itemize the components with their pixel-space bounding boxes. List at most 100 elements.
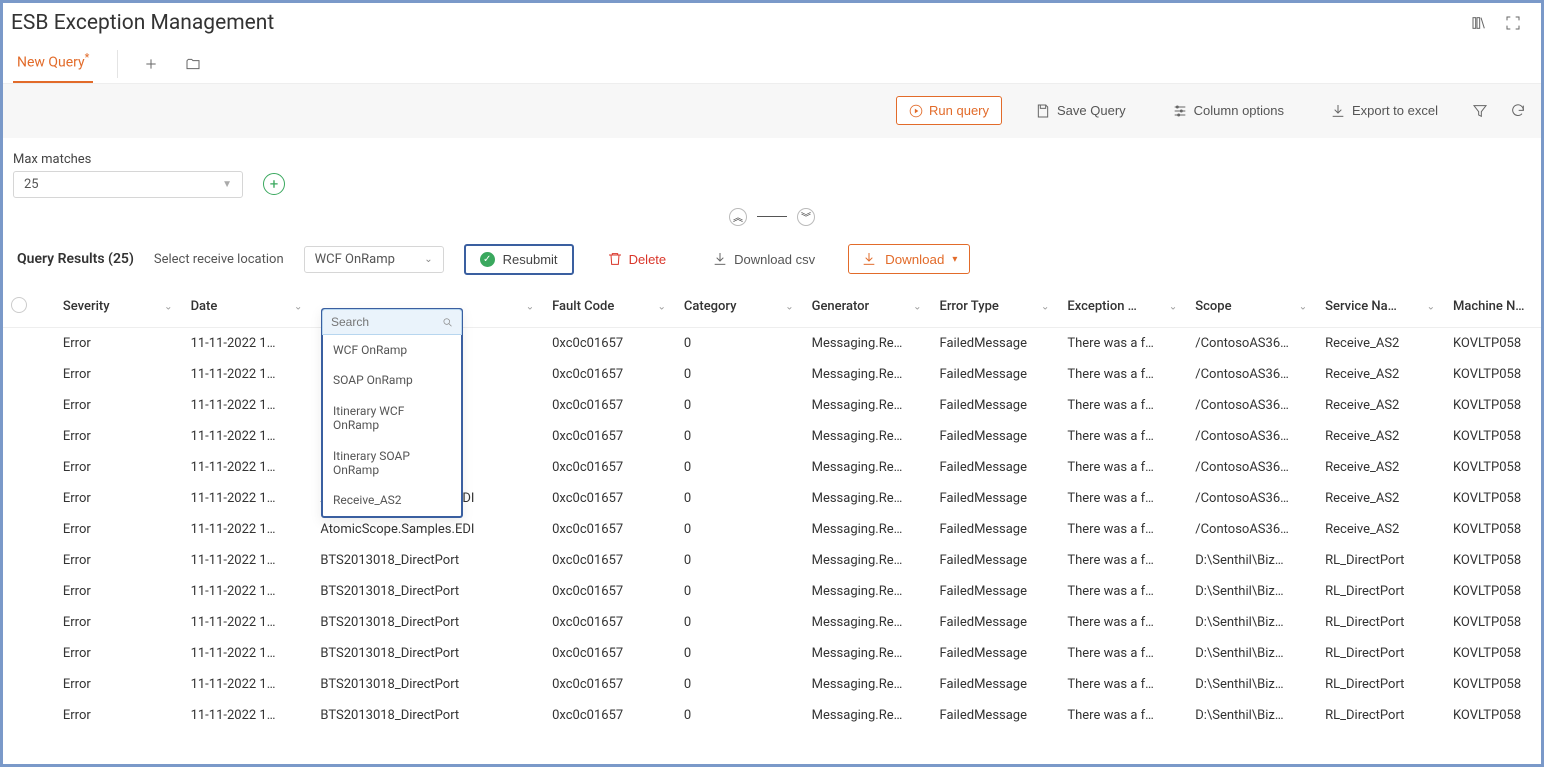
cell-scope: D:\Senthil\Biz… (1187, 576, 1317, 607)
run-query-button[interactable]: Run query (896, 96, 1002, 125)
dropdown-item[interactable]: Receive_AS2 (323, 485, 461, 515)
table-row[interactable]: Error11-11-2022 1…BTS2013018_DirectPort0… (3, 700, 1541, 731)
table-row[interactable]: Error11-11-2022 1…AtomicScope.Samples.ED… (3, 514, 1541, 545)
cell-errtype: FailedMessage (931, 545, 1059, 576)
cell-generator: Messaging.Re… (804, 545, 932, 576)
cell-machine: KOVLTP058 (1445, 607, 1541, 638)
cell-date: 11-11-2022 1… (183, 421, 313, 452)
dropdown-item[interactable]: SOAP OnRamp (323, 365, 461, 395)
receive-location-select[interactable]: WCF OnRamp ⌄ (304, 246, 444, 273)
cell-category: 0 (676, 669, 804, 700)
select-all-checkbox[interactable] (11, 297, 27, 313)
cell-fault: 0xc0c01657 (544, 669, 676, 700)
table-row[interactable]: Error11-11-2022 1…s.EDI0xc0c016570Messag… (3, 327, 1541, 359)
open-folder-icon[interactable] (184, 55, 202, 73)
cell-errtype: FailedMessage (931, 390, 1059, 421)
results-count: 25 (113, 251, 129, 267)
cell-errtype: FailedMessage (931, 327, 1059, 359)
cell-service: Receive_AS2 (1317, 452, 1445, 483)
select-receive-location-label: Select receive location (154, 252, 284, 267)
dropdown-search[interactable] (322, 309, 462, 335)
col-generator[interactable]: Generator⌄ (804, 287, 932, 328)
cell-generator: Messaging.Re… (804, 421, 932, 452)
fullscreen-icon[interactable] (1503, 13, 1523, 33)
refresh-icon[interactable] (1509, 102, 1527, 120)
add-tab-icon[interactable] (142, 55, 160, 73)
cell-service: RL_DirectPort (1317, 700, 1445, 731)
table-row[interactable]: Error11-11-2022 1…BTS2013018_DirectPort0… (3, 545, 1541, 576)
delete-button[interactable]: Delete (594, 244, 680, 274)
chevron-down-icon: ⌄ (164, 301, 172, 312)
col-exception[interactable]: Exception …⌄ (1059, 287, 1187, 328)
col-fault[interactable]: Fault Code⌄ (544, 287, 676, 328)
cell-category: 0 (676, 483, 804, 514)
table-row[interactable]: Error11-11-2022 1…s.EDI0xc0c016570Messag… (3, 359, 1541, 390)
cell-exception: There was a f… (1059, 700, 1187, 731)
filter-area: Max matches 25 ▼ + (3, 138, 1541, 202)
table-row[interactable]: Error11-11-2022 1…BTS2013018_DirectPort0… (3, 576, 1541, 607)
download-csv-button[interactable]: Download csv (699, 244, 828, 274)
max-matches-select[interactable]: 25 ▼ (13, 171, 243, 198)
add-filter-button[interactable]: + (263, 173, 285, 195)
cell-category: 0 (676, 700, 804, 731)
col-date[interactable]: Date⌄ (183, 287, 313, 328)
col-scope[interactable]: Scope⌄ (1187, 287, 1317, 328)
save-query-button[interactable]: Save Query (1022, 96, 1139, 126)
dropdown-item[interactable]: Itinerary WCF OnRamp (323, 396, 461, 441)
table-row[interactable]: Error11-11-2022 1…AtomicScope.Samples.ED… (3, 483, 1541, 514)
cell-app: BTS2013018_DirectPort (312, 638, 544, 669)
filter-icon[interactable] (1471, 102, 1489, 120)
table-row[interactable]: Error11-11-2022 1…BTS2013018_DirectPort0… (3, 607, 1541, 638)
max-matches-value: 25 (24, 177, 39, 192)
cell-fault: 0xc0c01657 (544, 576, 676, 607)
cell-machine: KOVLTP058 (1445, 669, 1541, 700)
books-icon[interactable] (1469, 13, 1489, 33)
cell-date: 11-11-2022 1… (183, 452, 313, 483)
col-checkbox[interactable] (3, 287, 55, 328)
cell-service: Receive_AS2 (1317, 483, 1445, 514)
dropdown-item[interactable]: Itinerary SOAP OnRamp (323, 441, 461, 486)
cell-category: 0 (676, 327, 804, 359)
chevron-down-icon: ⌄ (1299, 301, 1307, 312)
col-label: Generator (812, 299, 870, 314)
resubmit-label: Resubmit (503, 252, 558, 267)
cell-severity: Error (55, 669, 183, 700)
table-row[interactable]: Error11-11-2022 1…s.EDI0xc0c016570Messag… (3, 390, 1541, 421)
cell-exception: There was a f… (1059, 669, 1187, 700)
cell-errtype: FailedMessage (931, 421, 1059, 452)
table-row[interactable]: Error11-11-2022 1…s.EDI0xc0c016570Messag… (3, 421, 1541, 452)
col-service[interactable]: Service Na…⌄ (1317, 287, 1445, 328)
table-row[interactable]: Error11-11-2022 1…s.EDI0xc0c016570Messag… (3, 452, 1541, 483)
cell-date: 11-11-2022 1… (183, 607, 313, 638)
col-category[interactable]: Category⌄ (676, 287, 804, 328)
table-row[interactable]: Error11-11-2022 1…BTS2013018_DirectPort0… (3, 669, 1541, 700)
dropdown-search-input[interactable] (331, 315, 438, 329)
save-query-label: Save Query (1057, 103, 1126, 118)
cell-category: 0 (676, 390, 804, 421)
run-query-label: Run query (929, 103, 989, 118)
col-machine[interactable]: Machine N… (1445, 287, 1541, 328)
column-options-label: Column options (1194, 103, 1284, 118)
cell-machine: KOVLTP058 (1445, 390, 1541, 421)
cell-scope: D:\Senthil\Biz… (1187, 545, 1317, 576)
cell-severity: Error (55, 421, 183, 452)
download-button[interactable]: Download ▾ (848, 244, 970, 274)
collapse-up-icon[interactable]: ︽ (729, 208, 747, 226)
table-row[interactable]: Error11-11-2022 1…BTS2013018_DirectPort0… (3, 638, 1541, 669)
column-options-button[interactable]: Column options (1159, 96, 1297, 126)
cell-scope: /ContosoAS36… (1187, 452, 1317, 483)
col-errtype[interactable]: Error Type⌄ (931, 287, 1059, 328)
receive-location-value: WCF OnRamp (315, 252, 395, 267)
cell-errtype: FailedMessage (931, 669, 1059, 700)
export-excel-button[interactable]: Export to excel (1317, 96, 1451, 126)
chevron-down-icon: ⌄ (526, 301, 534, 312)
col-severity[interactable]: Severity⌄ (55, 287, 183, 328)
resubmit-button[interactable]: ✓ Resubmit (464, 244, 574, 275)
cell-date: 11-11-2022 1… (183, 514, 313, 545)
cell-fault: 0xc0c01657 (544, 700, 676, 731)
tabs-row: New Query* (3, 39, 1541, 83)
collapse-down-icon[interactable]: ︾ (797, 208, 815, 226)
cell-generator: Messaging.Re… (804, 700, 932, 731)
dropdown-item[interactable]: WCF OnRamp (323, 335, 461, 365)
tab-new-query[interactable]: New Query* (13, 45, 93, 83)
